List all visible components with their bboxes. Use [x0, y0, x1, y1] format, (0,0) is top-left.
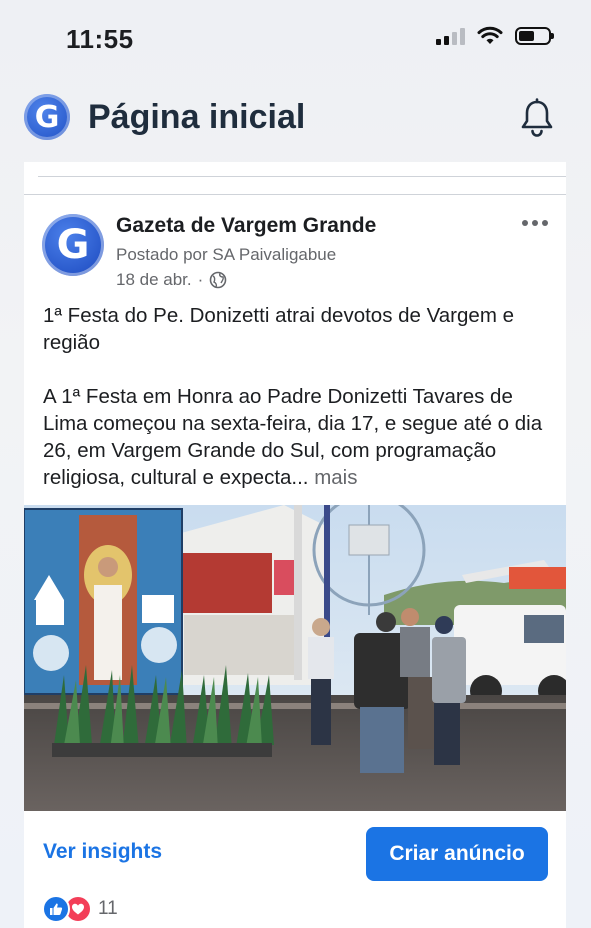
insights-link[interactable]: Ver insights — [43, 840, 162, 864]
posted-by: Postado por SA Paivaligabue — [116, 245, 337, 264]
create-ad-button[interactable]: Criar anúncio — [366, 827, 548, 881]
post-body: A 1ª Festa em Honra ao Padre Donizetti T… — [43, 385, 543, 489]
page-avatar[interactable]: G — [42, 214, 104, 276]
reactions-summary[interactable]: 11 — [42, 895, 118, 923]
post-photo[interactable] — [24, 505, 566, 811]
battery-icon — [515, 27, 554, 45]
reaction-count: 11 — [98, 898, 118, 919]
status-bar: 11:55 — [0, 0, 591, 80]
more-icon[interactable] — [522, 220, 548, 226]
post-meta: 18 de abr. · — [116, 270, 227, 290]
like-icon — [42, 895, 70, 923]
status-time: 11:55 — [66, 24, 134, 54]
app-logo[interactable]: G — [24, 94, 70, 140]
status-icons — [436, 26, 554, 46]
bell-icon[interactable] — [519, 98, 555, 138]
divider — [38, 176, 566, 177]
post-title-line: 1ª Festa do Pe. Donizetti atrai devotos … — [43, 304, 514, 354]
meta-separator: · — [197, 270, 204, 289]
post-date[interactable]: 18 de abr. — [116, 270, 192, 290]
divider — [24, 194, 566, 195]
page-name[interactable]: Gazeta de Vargem Grande — [116, 214, 376, 238]
post-card: G Gazeta de Vargem Grande Postado por SA… — [24, 162, 566, 928]
globe-icon — [209, 271, 227, 289]
see-more-link[interactable]: mais — [314, 466, 357, 489]
header: G Página inicial — [0, 88, 591, 148]
signal-icon — [436, 27, 465, 45]
wifi-icon — [477, 26, 503, 44]
page-title: Página inicial — [88, 98, 306, 136]
post-text: 1ª Festa do Pe. Donizetti atrai devotos … — [43, 302, 553, 491]
